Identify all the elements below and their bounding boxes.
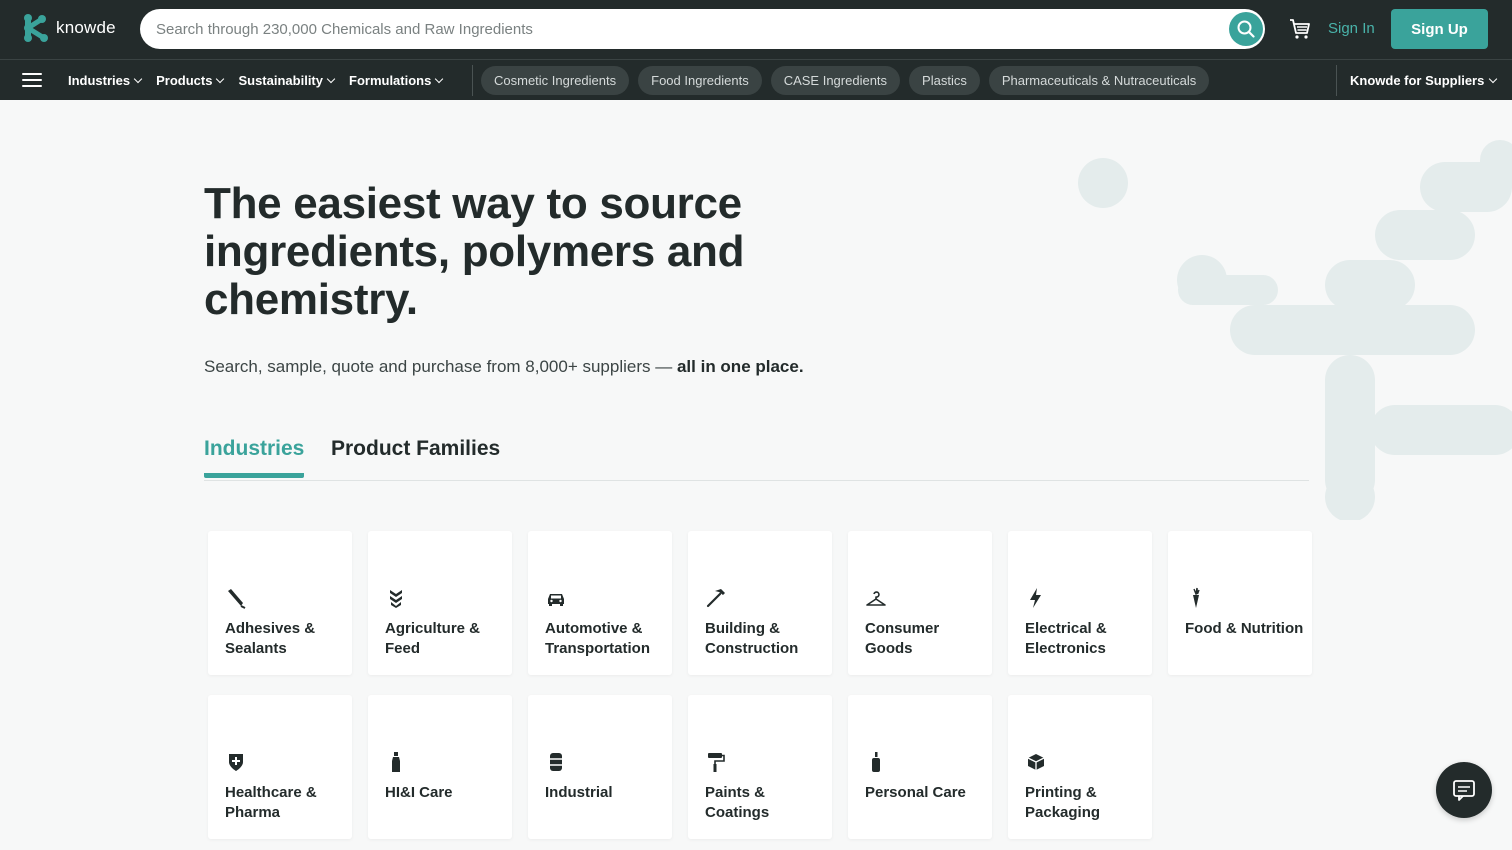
lightning-icon <box>1030 588 1041 608</box>
industry-card-personal-care[interactable]: Personal Care <box>848 695 992 839</box>
menu-item-sustainability[interactable]: Sustainability <box>238 72 336 88</box>
industry-card-hii-care[interactable]: HI&I Care <box>368 695 512 839</box>
menu-item-industries[interactable]: Industries <box>68 72 143 88</box>
industry-card-printing-packaging[interactable]: Printing & Packaging <box>1008 695 1152 839</box>
hero-subtitle: Search, sample, quote and purchase from … <box>204 357 804 377</box>
hero-title: The easiest way to source ingredients, p… <box>204 179 745 324</box>
industry-card-building-construction[interactable]: Building & Construction <box>688 531 832 675</box>
hero-subtitle-bold: all in one place. <box>676 357 804 376</box>
nav-divider <box>472 65 473 96</box>
chevron-down-icon <box>1489 74 1498 83</box>
industry-label: Food & Nutrition <box>1185 620 1304 637</box>
nav-divider <box>1336 65 1337 96</box>
search-icon <box>1237 20 1255 38</box>
industry-card-electrical-electronics[interactable]: Electrical & Electronics <box>1008 531 1152 675</box>
cart-button[interactable] <box>1288 17 1312 46</box>
menu-label: Sustainability <box>238 72 323 88</box>
hanger-icon <box>866 591 886 606</box>
chevron-down-icon <box>326 74 336 83</box>
chat-icon <box>1453 780 1475 801</box>
search-input[interactable] <box>156 9 1216 49</box>
industry-label: Industrial <box>545 784 613 801</box>
industry-card-food-nutrition[interactable]: Food & Nutrition <box>1168 531 1312 675</box>
chevron-down-icon <box>133 74 143 83</box>
menu-item-products[interactable]: Products <box>156 72 225 88</box>
knowde-for-suppliers-menu[interactable]: Knowde for Suppliers <box>1350 60 1498 100</box>
knowde-logo-icon <box>24 14 48 42</box>
industry-card-healthcare-pharma[interactable]: Healthcare & Pharma <box>208 695 352 839</box>
industry-card-consumer-goods[interactable]: Consumer Goods <box>848 531 992 675</box>
spray-bottle-icon <box>392 752 400 772</box>
search-button[interactable] <box>1229 12 1263 46</box>
hammer-icon <box>706 589 725 608</box>
barrel-icon <box>550 753 562 771</box>
industry-label: Paints & Coatings <box>705 784 770 821</box>
chip-cosmetic-ingredients[interactable]: Cosmetic Ingredients <box>481 66 630 95</box>
industry-label: Personal Care <box>865 784 966 801</box>
menu-item-formulations[interactable]: Formulations <box>349 72 444 88</box>
hero-subtitle-text: Search, sample, quote and purchase from … <box>204 357 677 376</box>
industry-label: Building & Construction <box>705 620 799 657</box>
adhesive-tube-icon <box>228 589 246 609</box>
cart-icon <box>1290 19 1310 39</box>
menu-label: Industries <box>68 72 131 88</box>
industry-label: Agriculture & Feed <box>385 620 481 657</box>
chip-food-ingredients[interactable]: Food Ingredients <box>638 66 762 95</box>
medical-shield-icon <box>229 754 243 771</box>
suppliers-label: Knowde for Suppliers <box>1350 72 1485 88</box>
industry-grid: Adhesives & Sealants Agriculture & Feed … <box>208 531 1318 839</box>
menu-label: Products <box>156 72 213 88</box>
industry-card-industrial[interactable]: Industrial <box>528 695 672 839</box>
chat-button[interactable] <box>1436 762 1492 818</box>
car-icon <box>548 594 564 606</box>
logo-text: knowde <box>56 18 116 37</box>
paint-roller-icon <box>708 753 725 772</box>
hamburger-menu-icon[interactable] <box>22 73 42 87</box>
sign-up-button[interactable]: Sign Up <box>1391 9 1488 49</box>
top-bar: knowde Sign In Sign Up <box>0 0 1512 59</box>
category-chips: Cosmetic Ingredients Food Ingredients CA… <box>481 66 1210 95</box>
industry-card-paints-coatings[interactable]: Paints & Coatings <box>688 695 832 839</box>
industry-label: Automotive & Transportation <box>545 620 651 657</box>
industry-label: HI&I Care <box>385 784 453 801</box>
main-menu: Industries Products Sustainability Formu… <box>68 60 457 100</box>
industry-label: Healthcare & Pharma <box>225 784 317 821</box>
tab-product-families[interactable]: Product Families <box>331 437 500 473</box>
industry-card-adhesives-sealants[interactable]: Adhesives & Sealants <box>208 531 352 675</box>
chip-case-ingredients[interactable]: CASE Ingredients <box>770 66 901 95</box>
tab-industries[interactable]: Industries <box>204 437 305 478</box>
carrot-icon <box>1193 587 1200 608</box>
industry-label: Printing & Packaging <box>1025 784 1101 821</box>
knowde-logo[interactable]: knowde <box>22 13 116 43</box>
industry-label: Consumer Goods <box>865 620 940 657</box>
browse-tabs: Industries Product Families <box>204 437 1309 481</box>
search-bar <box>140 9 1265 49</box>
chevron-down-icon <box>216 74 225 83</box>
chevron-down-icon <box>435 74 444 83</box>
package-icon <box>1027 754 1045 770</box>
industry-card-automotive-transportation[interactable]: Automotive & Transportation <box>528 531 672 675</box>
chip-pharmaceuticals[interactable]: Pharmaceuticals & Nutraceuticals <box>988 66 1210 95</box>
sign-in-link[interactable]: Sign In <box>1328 20 1375 37</box>
wheat-icon <box>390 590 402 608</box>
chip-plastics[interactable]: Plastics <box>909 66 980 95</box>
menu-label: Formulations <box>349 72 432 88</box>
nav-bar: Industries Products Sustainability Formu… <box>0 59 1512 100</box>
lotion-bottle-icon <box>872 752 880 772</box>
industry-card-agriculture-feed[interactable]: Agriculture & Feed <box>368 531 512 675</box>
industry-label: Adhesives & Sealants <box>225 620 316 657</box>
industry-label: Electrical & Electronics <box>1025 620 1107 657</box>
